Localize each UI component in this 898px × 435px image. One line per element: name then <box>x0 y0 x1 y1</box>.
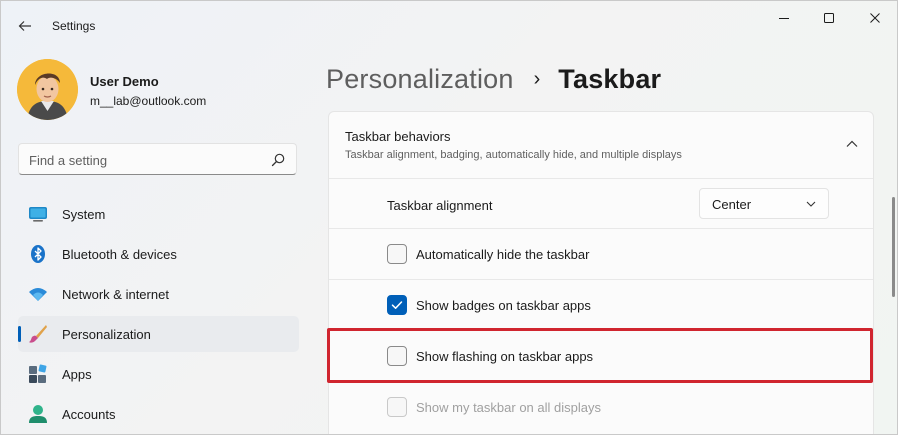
page-title: Taskbar <box>558 63 662 94</box>
title-bar: Settings <box>1 1 897 49</box>
sidebar-item-accounts[interactable]: Accounts <box>18 396 299 432</box>
taskbar-alignment-label: Taskbar alignment <box>387 198 493 213</box>
section-title: Taskbar behaviors <box>345 129 451 144</box>
sidebar-item-apps[interactable]: Apps <box>18 356 299 392</box>
sidebar-item-label: Accounts <box>62 407 116 422</box>
breadcrumb-separator: › <box>533 67 541 90</box>
close-icon <box>870 13 880 23</box>
user-avatar-icon <box>17 59 78 120</box>
sidebar-item-label: Apps <box>62 367 92 382</box>
app-title: Settings <box>52 19 96 33</box>
flashing-row: Show flashing on taskbar apps <box>329 331 873 381</box>
settings-window: Settings User Demo m__lab@outlook.com Fi… <box>0 0 898 435</box>
badges-row: Show badges on taskbar apps <box>329 280 873 330</box>
sidebar-item-bluetooth[interactable]: Bluetooth & devices <box>18 236 299 272</box>
checkmark-icon <box>391 301 403 309</box>
taskbar-behaviors-header[interactable]: Taskbar behaviors Taskbar alignment, bad… <box>329 112 873 178</box>
chevron-down-icon <box>806 201 816 207</box>
taskbar-alignment-dropdown[interactable]: Center <box>699 188 829 219</box>
all-displays-checkbox <box>387 397 407 417</box>
auto-hide-row: Automatically hide the taskbar <box>329 229 873 279</box>
back-button[interactable] <box>9 11 41 41</box>
minimize-icon <box>779 18 789 19</box>
flashing-checkbox[interactable] <box>387 346 407 366</box>
all-displays-row: Show my taskbar on all displays <box>329 382 873 432</box>
close-button[interactable] <box>852 1 897 35</box>
selected-indicator <box>18 326 21 342</box>
scrollbar[interactable] <box>892 197 895 297</box>
sidebar-item-network[interactable]: Network & internet <box>18 276 299 312</box>
taskbar-behaviors-panel: Taskbar behaviors Taskbar alignment, bad… <box>328 111 874 434</box>
user-email: m__lab@outlook.com <box>90 94 207 108</box>
breadcrumb: Personalization › Taskbar <box>326 59 661 99</box>
maximize-icon <box>824 13 834 23</box>
back-arrow-icon <box>18 21 31 31</box>
wifi-icon <box>28 284 48 304</box>
all-displays-label: Show my taskbar on all displays <box>416 400 601 415</box>
sidebar-item-personalization[interactable]: Personalization <box>18 316 299 352</box>
search-input[interactable] <box>29 150 259 170</box>
user-name: User Demo <box>90 74 159 89</box>
avatar <box>17 59 78 120</box>
badges-label[interactable]: Show badges on taskbar apps <box>416 298 591 313</box>
chevron-up-icon[interactable] <box>845 137 859 151</box>
sidebar-item-system[interactable]: System <box>18 196 299 232</box>
search-box[interactable] <box>18 143 297 175</box>
system-monitor-icon <box>28 204 48 224</box>
sidebar-item-label: Network & internet <box>62 287 169 302</box>
person-icon <box>28 404 48 424</box>
minimize-button[interactable] <box>761 1 807 35</box>
dropdown-value: Center <box>712 197 752 212</box>
breadcrumb-parent[interactable]: Personalization <box>326 64 514 95</box>
sidebar-item-label: Bluetooth & devices <box>62 247 177 262</box>
user-profile[interactable]: User Demo m__lab@outlook.com <box>17 59 287 121</box>
flashing-label[interactable]: Show flashing on taskbar apps <box>416 349 593 364</box>
paintbrush-icon <box>28 324 48 344</box>
sidebar-nav: System Bluetooth & devices Network & int… <box>18 196 299 434</box>
maximize-button[interactable] <box>806 1 852 35</box>
sidebar-item-label: Personalization <box>62 327 151 342</box>
auto-hide-checkbox[interactable] <box>387 244 407 264</box>
search-icon[interactable] <box>270 152 286 168</box>
sidebar-item-label: System <box>62 207 106 222</box>
section-subtitle: Taskbar alignment, badging, automaticall… <box>345 149 682 161</box>
auto-hide-label[interactable]: Automatically hide the taskbar <box>416 247 589 262</box>
taskbar-alignment-row: Taskbar alignment Center <box>329 179 873 229</box>
badges-checkbox[interactable] <box>387 295 407 315</box>
bluetooth-icon <box>28 244 48 264</box>
apps-icon <box>28 364 48 384</box>
